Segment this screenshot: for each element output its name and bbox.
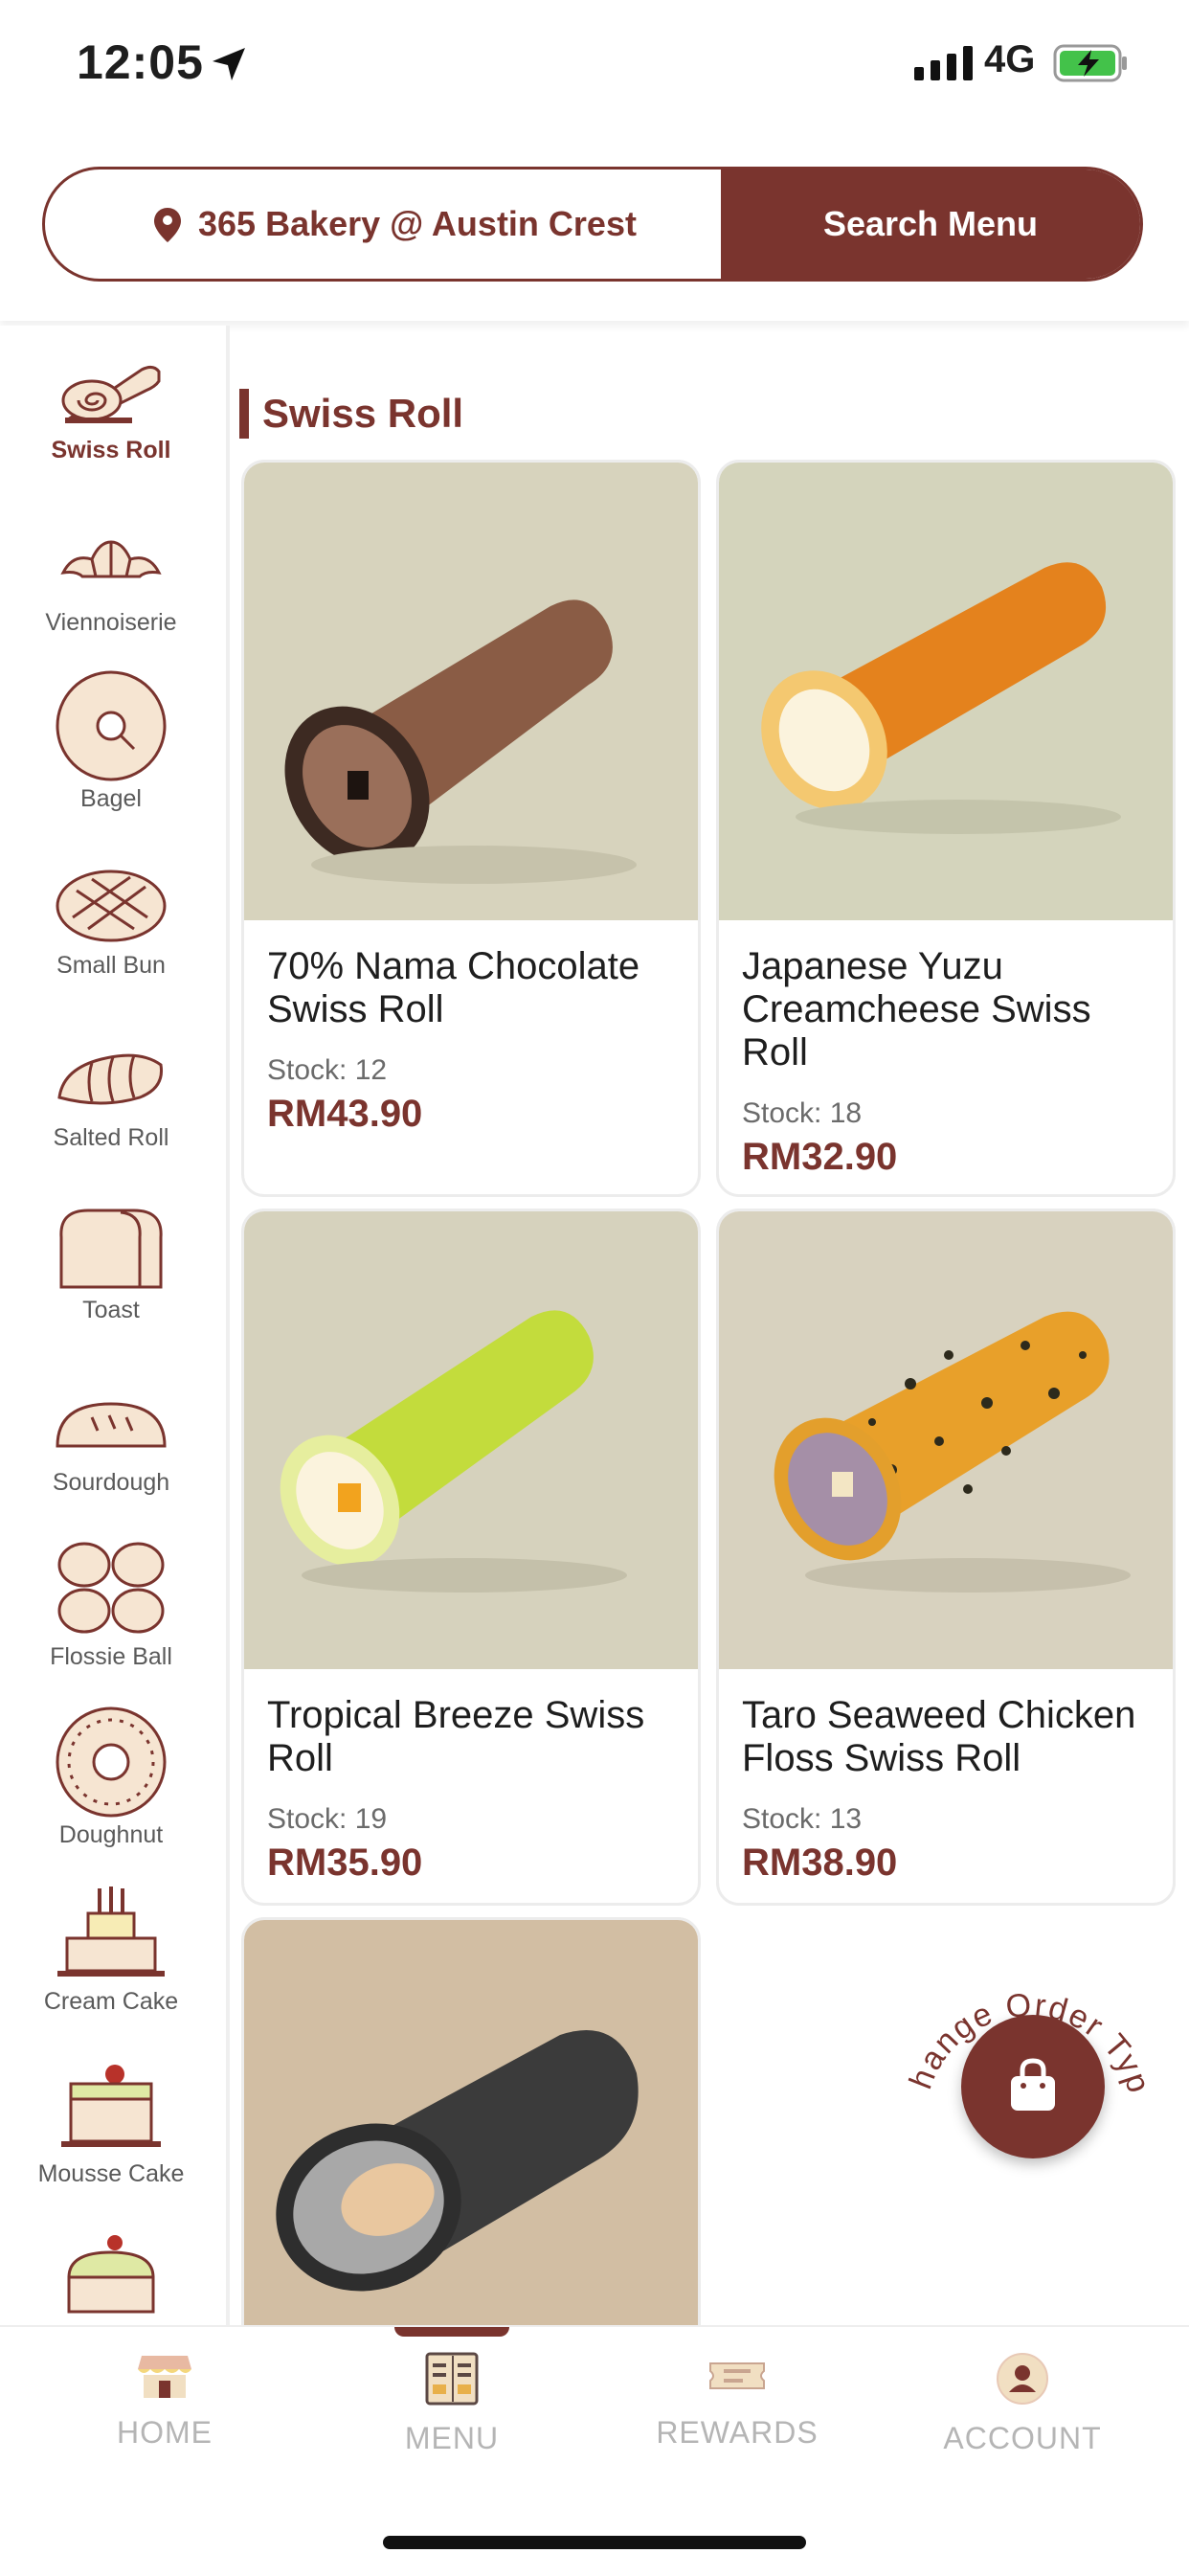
category-label: Sourdough [52,1469,170,1496]
category-label: Swiss Roll [51,437,171,463]
nav-label: MENU [404,2421,500,2455]
menu-book-icon [425,2352,479,2406]
product-card[interactable]: Taro Seaweed Chicken Floss Swiss Roll St… [716,1209,1176,1906]
swiss-roll-icon [61,365,161,423]
status-time: 12:05 [77,35,204,89]
signal-icon [914,46,973,80]
toast-icon [59,1209,163,1289]
category-label: Doughnut [58,1821,164,1848]
category-label: Toast [82,1297,140,1323]
store-search-bar: 365 Bakery @ Austin Crest Search Menu [42,167,1143,282]
category-toast[interactable]: Toast [0,1203,222,1375]
home-indicator [383,2536,806,2549]
category-more[interactable] [0,2229,222,2327]
category-label: Small Bun [56,952,166,979]
nav-label: HOME [117,2415,213,2450]
nav-home[interactable]: HOME [21,2352,308,2451]
category-bagel[interactable]: Bagel [0,668,222,841]
category-mousse-cake[interactable]: Mousse Cake [0,2057,222,2229]
category-flossie-ball[interactable]: Flossie Ball [0,1540,222,1712]
location-pin-icon [154,208,181,242]
battery-charging-icon [1053,44,1127,82]
ticket-icon [709,2362,765,2389]
product-name: Taro Seaweed Chicken Floss Swiss Roll [742,1694,1136,1779]
product-image [244,1211,698,1669]
nav-label: ACCOUNT [943,2421,1102,2455]
mousse-cake-icon [61,2065,161,2147]
product-card[interactable]: 70% Nama Chocolate Swiss Roll Stock: 12 … [241,460,701,1197]
product-image [244,1920,698,2327]
product-stock: Stock: 19 [267,1803,388,1835]
category-label: Flossie Ball [50,1643,172,1670]
salted-roll-icon [57,1053,164,1105]
product-name: 70% Nama Chocolate Swiss Roll [267,945,640,1030]
active-tab-indicator [394,2327,509,2337]
shopping-bag-icon [1011,2058,1055,2111]
flossie-ball-icon [57,1542,165,1634]
product-card[interactable]: Tropical Breeze Swiss Roll Stock: 19 RM3… [241,1209,701,1906]
doughnut-icon [56,1706,167,1818]
product-stock: Stock: 18 [742,1097,863,1129]
product-stock: Stock: 13 [742,1803,863,1835]
nav-account[interactable]: ACCOUNT [879,2352,1166,2456]
product-name: Tropical Breeze Swiss Roll [267,1694,645,1779]
category-label: Bagel [80,785,142,812]
product-price: RM32.90 [742,1136,898,1178]
order-type-button[interactable] [961,2015,1105,2158]
product-image [719,463,1173,920]
product-price: RM43.90 [267,1093,423,1135]
store-header: 365 Bakery @ Austin Crest Search Menu [0,124,1189,321]
category-label: Cream Cake [43,1988,179,2015]
category-salted-roll[interactable]: Salted Roll [0,1030,222,1203]
location-arrow-icon [213,48,245,80]
croissant-icon [60,540,162,578]
category-doughnut[interactable]: Doughnut [0,1705,222,1877]
sourdough-icon [56,1402,167,1448]
category-label: Viennoiserie [45,609,177,636]
category-viennoiserie[interactable]: Viennoiserie [0,515,222,688]
status-bar: 12:05 4G [0,0,1189,124]
cake-icon [67,2235,155,2314]
category-cream-cake[interactable]: Cream Cake [0,1885,222,2057]
product-card[interactable]: Japanese Yuzu Creamcheese Swiss Roll Sto… [716,460,1176,1197]
store-selector[interactable]: 365 Bakery @ Austin Crest [45,169,721,279]
section-title: Swiss Roll [239,389,463,439]
category-label: Salted Roll [53,1124,169,1151]
nav-label: REWARDS [656,2415,819,2450]
user-icon [997,2353,1048,2405]
product-card[interactable] [241,1917,701,2327]
network-type: 4G [984,38,1036,80]
product-name: Japanese Yuzu Creamcheese Swiss Roll [742,945,1091,1073]
product-price: RM38.90 [742,1842,898,1884]
bun-icon [56,870,167,942]
product-stock: Stock: 12 [267,1054,388,1086]
nav-menu[interactable]: MENU [308,2352,595,2456]
bagel-icon [56,670,167,781]
store-name: 365 Bakery @ Austin Crest [198,204,637,243]
product-image [719,1211,1173,1669]
category-swiss-roll[interactable]: Swiss Roll [0,343,222,515]
cream-cake-icon [57,1887,165,1977]
category-label: Mousse Cake [37,2160,185,2187]
search-menu-button[interactable]: Search Menu [721,169,1140,279]
store-icon [138,2356,191,2398]
product-image [244,463,698,920]
category-sourdough[interactable]: Sourdough [0,1375,222,1548]
category-small-bun[interactable]: Small Bun [0,858,222,1030]
product-price: RM35.90 [267,1842,423,1884]
category-sidebar: Swiss Roll Viennoiserie Bagel Small Bun … [0,326,230,2327]
nav-rewards[interactable]: REWARDS [594,2352,881,2451]
